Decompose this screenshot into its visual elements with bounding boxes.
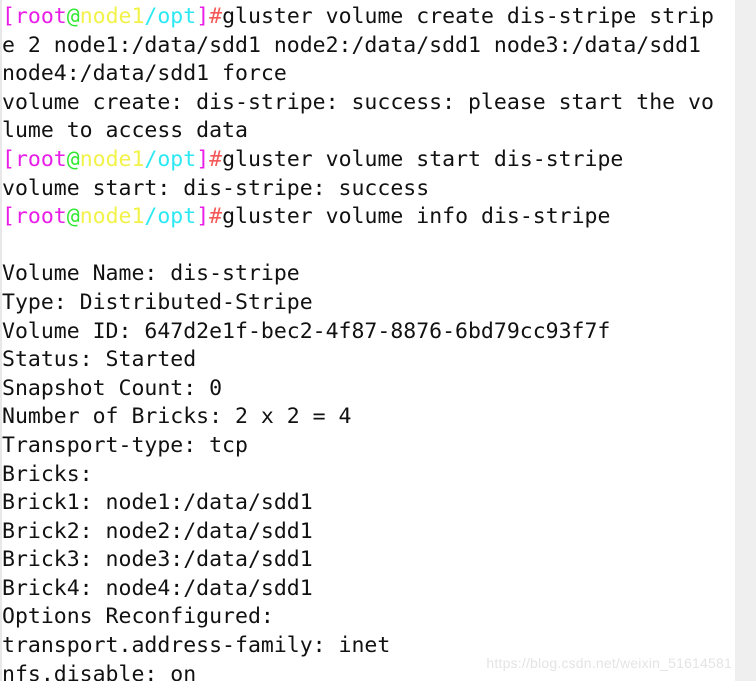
terminal-output-line: Transport-type: tcp	[2, 432, 735, 461]
right-scrollbar-gutter[interactable]	[735, 0, 756, 681]
terminal-output-line	[2, 232, 735, 261]
terminal-text: Brick4: node4:/data/sdd1	[2, 575, 313, 601]
prompt-hostname: node1	[79, 4, 145, 29]
terminal-output-line: Type: Distributed-Stripe	[2, 289, 735, 318]
terminal-text: Volume ID: 647d2e1f-bec2-4f87-8876-6bd79…	[2, 318, 611, 344]
terminal-text: nfs.disable: on	[2, 661, 197, 681]
terminal-command-text: gluster volume start dis-stripe	[222, 146, 624, 172]
prompt-path: /opt	[144, 4, 197, 29]
terminal-output-line: Volume Name: dis-stripe	[2, 260, 735, 289]
prompt-path: /opt	[144, 204, 197, 230]
terminal-prompt-line: [root@node1/opt]#gluster volume create d…	[2, 3, 735, 32]
terminal-prompt-line: [root@node1/opt]#gluster volume start di…	[2, 146, 735, 175]
terminal-text: Options Reconfigured:	[2, 604, 274, 630]
terminal-text: Transport-type: tcp	[2, 432, 248, 458]
terminal-text: Brick1: node1:/data/sdd1	[2, 490, 313, 516]
prompt-sigil: #	[209, 146, 223, 172]
prompt-path: /opt	[144, 146, 197, 172]
terminal-output-line: Brick4: node4:/data/sdd1	[2, 575, 735, 604]
terminal-prompt-line: [root@node1/opt]#gluster volume info dis…	[2, 203, 735, 232]
prompt-at-symbol: @	[66, 204, 80, 230]
terminal-output-line: Brick1: node1:/data/sdd1	[2, 489, 735, 518]
terminal-text: e 2 node1:/data/sdd1 node2:/data/sdd1 no…	[2, 32, 701, 58]
terminal-output-line: Snapshot Count: 0	[2, 375, 735, 404]
prompt-user: root	[14, 146, 67, 172]
prompt-at-symbol: @	[66, 146, 80, 172]
prompt-sigil: #	[209, 204, 223, 230]
prompt-close-bracket: ]	[196, 4, 210, 29]
prompt-close-bracket: ]	[196, 204, 210, 230]
terminal-output-line: Bricks:	[2, 461, 735, 490]
terminal-output-line: e 2 node1:/data/sdd1 node2:/data/sdd1 no…	[2, 32, 735, 61]
terminal-output-area[interactable]: [root@node1/opt]#gluster volume create d…	[2, 0, 735, 681]
terminal-text: node4:/data/sdd1 force	[2, 61, 287, 87]
terminal-output-line: Volume ID: 647d2e1f-bec2-4f87-8876-6bd79…	[2, 318, 735, 347]
terminal-output-line: lume to access data	[2, 117, 735, 146]
terminal-output-line: Brick3: node3:/data/sdd1	[2, 546, 735, 575]
terminal-output-line: volume start: dis-stripe: success	[2, 175, 735, 204]
terminal-window[interactable]: [root@node1/opt]#gluster volume create d…	[0, 0, 756, 681]
terminal-output-line: Options Reconfigured:	[2, 603, 735, 632]
terminal-output-line: Number of Bricks: 2 x 2 = 4	[2, 403, 735, 432]
terminal-text: Snapshot Count: 0	[2, 375, 223, 401]
terminal-command-text: gluster volume info dis-stripe	[222, 204, 611, 230]
terminal-text: Type: Distributed-Stripe	[2, 289, 313, 315]
prompt-user: root	[14, 204, 67, 230]
terminal-text: volume start: dis-stripe: success	[2, 175, 430, 201]
prompt-at-symbol: @	[66, 4, 80, 29]
prompt-sigil: #	[209, 4, 223, 29]
csdn-watermark: https://blog.csdn.net/weixin_51614581	[486, 655, 732, 671]
terminal-output-line: Status: Started	[2, 346, 735, 375]
terminal-text: Bricks:	[2, 461, 93, 487]
terminal-text: Status: Started	[2, 347, 197, 373]
terminal-text: transport.address-family: inet	[2, 633, 391, 659]
prompt-user: root	[14, 4, 67, 29]
terminal-command-text: gluster volume create dis-stripe strip	[222, 4, 714, 29]
prompt-close-bracket: ]	[196, 146, 210, 172]
terminal-output-line: volume create: dis-stripe: success: plea…	[2, 89, 735, 118]
prompt-hostname: node1	[79, 146, 145, 172]
terminal-output-line: node4:/data/sdd1 force	[2, 60, 735, 89]
terminal-text: Number of Bricks: 2 x 2 = 4	[2, 404, 352, 430]
prompt-open-bracket: [	[2, 204, 15, 230]
prompt-hostname: node1	[79, 204, 145, 230]
terminal-output-line: Brick2: node2:/data/sdd1	[2, 518, 735, 547]
prompt-open-bracket: [	[2, 4, 15, 29]
terminal-text: volume create: dis-stripe: success: plea…	[2, 89, 714, 115]
terminal-text: lume to access data	[2, 118, 248, 144]
terminal-text: Brick3: node3:/data/sdd1	[2, 547, 313, 573]
prompt-open-bracket: [	[2, 146, 15, 172]
terminal-text: Brick2: node2:/data/sdd1	[2, 518, 313, 544]
terminal-text: Volume Name: dis-stripe	[2, 261, 300, 287]
